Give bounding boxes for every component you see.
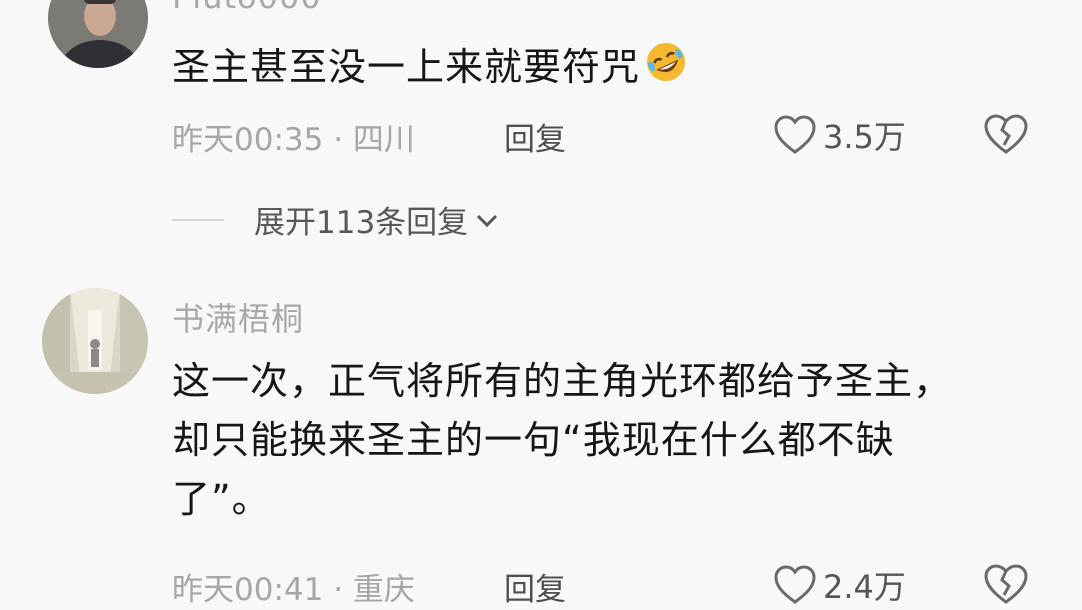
- comment-meta: 昨天00:41 · 重庆: [172, 564, 415, 609]
- expand-replies-label: 展开113条回复: [254, 205, 469, 241]
- comment-text: 圣主甚至没一上来就要符咒: [172, 38, 690, 103]
- like-count: 3.5万: [823, 118, 906, 156]
- comment-text-line: 却只能换来圣主的一句“我现在什么都不缺: [172, 418, 895, 462]
- expand-replies-button[interactable]: 展开113条回复: [172, 197, 500, 242]
- comment-text: 这一次，正气将所有的主角光环都给予圣主， 却只能换来圣主的一句“我现在什么都不缺…: [172, 352, 952, 529]
- comment-time: 昨天00:41: [172, 572, 324, 608]
- like-button[interactable]: 3.5万: [773, 112, 906, 158]
- rolling-on-floor-laughing-emoji-icon: [642, 38, 690, 103]
- comment-location: 四川: [352, 122, 415, 158]
- avatar[interactable]: [48, 0, 148, 68]
- chevron-down-icon: [477, 214, 498, 227]
- broken-heart-icon: [984, 564, 1028, 604]
- dislike-button[interactable]: [982, 112, 1030, 160]
- comment-text-content: 圣主甚至没一上来就要符咒: [172, 45, 641, 89]
- like-button[interactable]: 2.4万: [773, 562, 906, 608]
- broken-heart-icon: [984, 114, 1028, 154]
- username[interactable]: Pluto000: [172, 0, 322, 16]
- username[interactable]: 书满梧桐: [172, 294, 304, 340]
- like-count: 2.4万: [823, 568, 906, 606]
- heart-outline-icon: [774, 115, 816, 154]
- reply-button[interactable]: 回复: [504, 564, 566, 609]
- comment-item: Pluto000 圣主甚至没一上来就要符咒 昨天00:35 · 四川 回复 3.…: [0, 0, 1082, 270]
- comment-text-line: 这一次，正气将所有的主角光环都给予圣主，: [172, 359, 953, 403]
- comment-item: 书满梧桐 这一次，正气将所有的主角光环都给予圣主， 却只能换来圣主的一句“我现在…: [0, 270, 1082, 608]
- heart-outline-icon: [774, 565, 816, 604]
- meta-separator: ·: [323, 122, 353, 158]
- comment-location: 重庆: [352, 572, 415, 608]
- reply-button[interactable]: 回复: [504, 114, 566, 159]
- avatar[interactable]: [42, 288, 148, 394]
- comment-time: 昨天00:35: [172, 122, 324, 158]
- dislike-button[interactable]: [982, 562, 1030, 610]
- comment-meta: 昨天00:35 · 四川: [172, 114, 415, 159]
- comment-text-line: 了”。: [172, 477, 271, 521]
- expand-divider: [172, 218, 224, 221]
- meta-separator: ·: [323, 572, 353, 608]
